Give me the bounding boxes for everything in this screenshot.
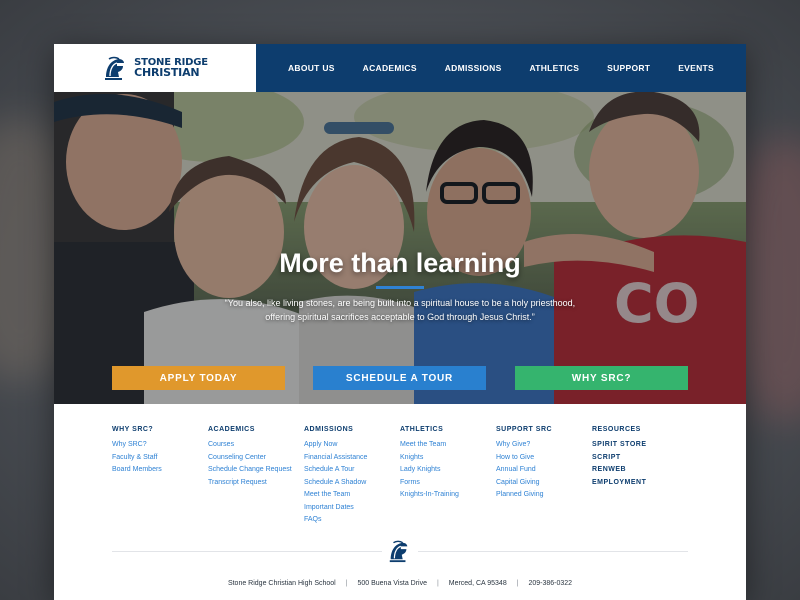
footer-link[interactable]: Why SRC? (112, 439, 208, 452)
footer-link[interactable]: Knights (400, 452, 496, 465)
apply-today-button[interactable]: APPLY TODAY (112, 366, 285, 390)
footer-resource-link[interactable]: EMPLOYMENT (592, 477, 688, 490)
footer-col-support-src: SUPPORT SRC Why Give? How to Give Annual… (496, 426, 592, 502)
footer-link[interactable]: Board Members (112, 464, 208, 477)
footer-col-title: WHY SRC? (112, 426, 154, 433)
footer-col-title: SUPPORT SRC (496, 426, 553, 433)
school-address: Stone Ridge Christian High School | 500 … (54, 580, 746, 587)
logo-line2: CHRISTIAN (134, 66, 200, 79)
footer-link[interactable]: Schedule Change Request (208, 464, 304, 477)
footer-col-academics: ACADEMICS Courses Counseling Center Sche… (208, 426, 304, 489)
address-separator: | (516, 580, 519, 587)
nav-support[interactable]: SUPPORT (607, 63, 650, 73)
footer-link[interactable]: FAQs (304, 514, 400, 527)
footer-col-title: ADMISSIONS (304, 426, 354, 433)
footer-link[interactable]: Transcript Request (208, 477, 304, 490)
site-header: STONE RIDGE CHRISTIAN ABOUT US ACADEMICS… (54, 44, 746, 92)
main-nav: ABOUT US ACADEMICS ADMISSIONS ATHLETICS … (256, 44, 746, 92)
footer-link[interactable]: Meet the Team (400, 439, 496, 452)
footer-col-resources: RESOURCES SPIRIT STORE SCRIPT RENWEB EMP… (592, 426, 688, 489)
footer-col-title: RESOURCES (592, 426, 641, 433)
knight-helmet-icon (389, 540, 408, 563)
footer-link[interactable]: Planned Giving (496, 489, 592, 502)
footer-link[interactable]: Schedule A Tour (304, 464, 400, 477)
footer-resource-link[interactable]: SCRIPT (592, 452, 688, 465)
hero-title: More than learning (279, 248, 521, 278)
footer-resource-link[interactable]: SPIRIT STORE (592, 439, 688, 452)
footer-link[interactable]: Courses (208, 439, 304, 452)
address-separator: | (345, 580, 348, 587)
footer-col-why-src: WHY SRC? Why SRC? Faculty & Staff Board … (112, 426, 208, 477)
footer-divider (418, 551, 688, 552)
footer-link[interactable]: Forms (400, 477, 496, 490)
address-separator: | (436, 580, 439, 587)
footer-link[interactable]: Meet the Team (304, 489, 400, 502)
address-street: 500 Buena Vista Drive (357, 580, 427, 587)
footer-link[interactable]: Annual Fund (496, 464, 592, 477)
nav-athletics[interactable]: ATHLETICS (529, 63, 579, 73)
nav-admissions[interactable]: ADMISSIONS (445, 63, 502, 73)
footer-col-title: ACADEMICS (208, 426, 255, 433)
address-city: Merced, CA 95348 (448, 580, 507, 587)
footer-nav: WHY SRC? Why SRC? Faculty & Staff Board … (112, 426, 712, 566)
footer-link[interactable]: Financial Assistance (304, 452, 400, 465)
footer-col-admissions: ADMISSIONS Apply Now Financial Assistanc… (304, 426, 400, 527)
schedule-tour-button[interactable]: SCHEDULE A TOUR (313, 366, 486, 390)
hero-section: CO More than learning “You also, like li… (54, 92, 746, 404)
nav-academics[interactable]: ACADEMICS (363, 63, 417, 73)
footer-col-title: ATHLETICS (400, 426, 444, 433)
address-school-name: Stone Ridge Christian High School (227, 580, 336, 587)
footer-col-athletics: ATHLETICS Meet the Team Knights Lady Kni… (400, 426, 496, 502)
knight-helmet-icon (105, 56, 125, 80)
footer-link[interactable]: Why Give? (496, 439, 592, 452)
footer-link[interactable]: Important Dates (304, 502, 400, 515)
footer-link[interactable]: Knights-In-Training (400, 489, 496, 502)
footer-link[interactable]: Schedule A Shadow (304, 477, 400, 490)
footer-link[interactable]: Apply Now (304, 439, 400, 452)
logo-wordmark: STONE RIDGE CHRISTIAN (134, 58, 208, 79)
nav-events[interactable]: EVENTS (678, 63, 714, 73)
website-mockup: STONE RIDGE CHRISTIAN ABOUT US ACADEMICS… (54, 44, 746, 600)
hero-quote: “You also, like living stones, are being… (224, 298, 576, 322)
site-logo[interactable]: STONE RIDGE CHRISTIAN (54, 44, 256, 92)
footer-link[interactable]: Faculty & Staff (112, 452, 208, 465)
footer-divider (112, 551, 382, 552)
nav-about-us[interactable]: ABOUT US (288, 63, 335, 73)
footer-link[interactable]: Lady Knights (400, 464, 496, 477)
hero-title-underline (376, 286, 424, 289)
footer-link[interactable]: How to Give (496, 452, 592, 465)
why-src-button[interactable]: WHY SRC? (515, 366, 688, 390)
footer-link[interactable]: Counseling Center (208, 452, 304, 465)
footer-resource-link[interactable]: RENWEB (592, 464, 688, 477)
footer-link[interactable]: Capital Giving (496, 477, 592, 490)
address-phone[interactable]: 209-386-0322 (528, 580, 572, 587)
